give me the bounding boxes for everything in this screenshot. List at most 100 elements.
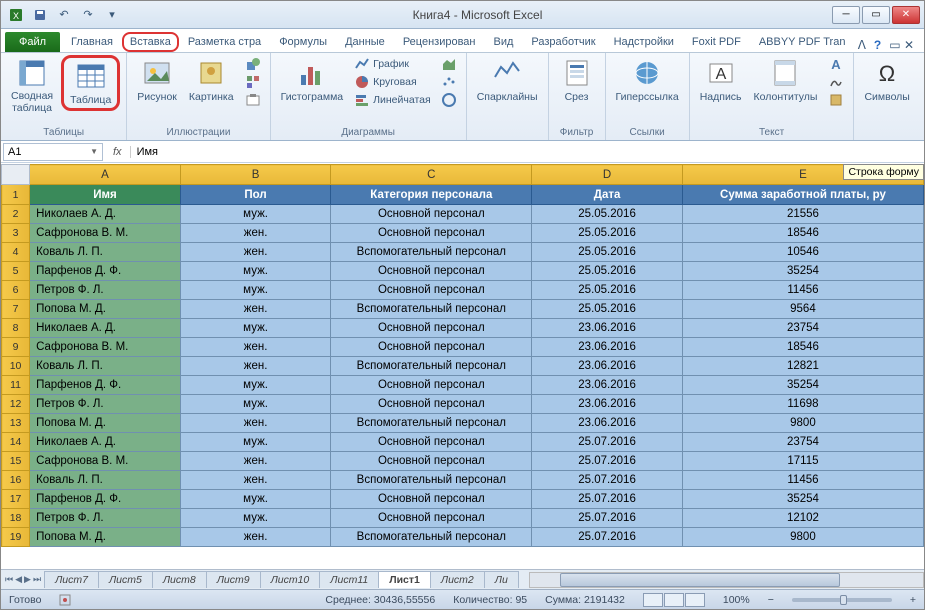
- cell[interactable]: Николаев А. Д.: [30, 319, 181, 338]
- cell[interactable]: Сафронова В. М.: [30, 452, 181, 471]
- cell[interactable]: Попова М. Д.: [30, 300, 181, 319]
- sheet-tab[interactable]: Лист2: [430, 571, 485, 588]
- row-header-15[interactable]: 15: [2, 452, 30, 471]
- cell[interactable]: Парфенов Д. Ф.: [30, 376, 181, 395]
- pie-chart-button[interactable]: Круговая: [351, 73, 434, 91]
- cell[interactable]: Основной персонал: [331, 205, 532, 224]
- cell[interactable]: 11456: [682, 471, 923, 490]
- cell[interactable]: 23.06.2016: [532, 338, 683, 357]
- cell[interactable]: Коваль Л. П.: [30, 357, 181, 376]
- cell[interactable]: Вспомогательный персонал: [331, 243, 532, 262]
- zoom-in-icon[interactable]: +: [910, 594, 916, 606]
- cell[interactable]: жен.: [180, 224, 331, 243]
- cell[interactable]: 35254: [682, 262, 923, 281]
- cell[interactable]: Основной персонал: [331, 490, 532, 509]
- cell[interactable]: муж.: [180, 509, 331, 528]
- pivot-table-button[interactable]: Сводная таблица: [7, 55, 57, 116]
- doc-window-controls[interactable]: ▭ ✕: [889, 38, 914, 52]
- cell[interactable]: 25.07.2016: [532, 433, 683, 452]
- row-header-7[interactable]: 7: [2, 300, 30, 319]
- cell[interactable]: 11698: [682, 395, 923, 414]
- cell[interactable]: 35254: [682, 490, 923, 509]
- cell[interactable]: Основной персонал: [331, 452, 532, 471]
- cell[interactable]: муж.: [180, 433, 331, 452]
- sheet-tab[interactable]: Лист11: [319, 571, 379, 588]
- cell[interactable]: Сафронова В. М.: [30, 338, 181, 357]
- cell[interactable]: жен.: [180, 471, 331, 490]
- table-header-cell[interactable]: Пол: [180, 185, 331, 205]
- view-pagebreak-button[interactable]: [685, 593, 705, 607]
- scrollbar-thumb[interactable]: [560, 573, 840, 587]
- cell[interactable]: 25.05.2016: [532, 262, 683, 281]
- close-button[interactable]: ✕: [892, 6, 920, 24]
- cell[interactable]: 23754: [682, 433, 923, 452]
- tab-addins[interactable]: Надстройки: [605, 31, 683, 52]
- row-header-16[interactable]: 16: [2, 471, 30, 490]
- cell[interactable]: Вспомогательный персонал: [331, 414, 532, 433]
- tab-data[interactable]: Данные: [336, 31, 394, 52]
- area-chart-button[interactable]: [438, 55, 460, 73]
- cell[interactable]: муж.: [180, 319, 331, 338]
- formula-bar[interactable]: Имя: [131, 144, 924, 160]
- cell[interactable]: жен.: [180, 357, 331, 376]
- cell[interactable]: 25.07.2016: [532, 509, 683, 528]
- cell[interactable]: 25.07.2016: [532, 490, 683, 509]
- table-header-cell[interactable]: Сумма заработной платы, ру: [682, 185, 923, 205]
- macro-record-icon[interactable]: [59, 594, 71, 606]
- tab-formulas[interactable]: Формулы: [270, 31, 336, 52]
- cell[interactable]: Основной персонал: [331, 376, 532, 395]
- screenshot-button[interactable]: [242, 91, 264, 109]
- zoom-slider-thumb[interactable]: [840, 595, 847, 605]
- row-header-11[interactable]: 11: [2, 376, 30, 395]
- redo-icon[interactable]: ↷: [77, 4, 99, 26]
- tab-developer[interactable]: Разработчик: [522, 31, 604, 52]
- zoom-out-icon[interactable]: −: [768, 594, 774, 606]
- sheet-prev-icon[interactable]: ◀: [15, 574, 22, 585]
- cell[interactable]: 18546: [682, 224, 923, 243]
- cell[interactable]: 25.07.2016: [532, 471, 683, 490]
- cell[interactable]: Петров Ф. Л.: [30, 281, 181, 300]
- cell[interactable]: Попова М. Д.: [30, 414, 181, 433]
- cell[interactable]: жен.: [180, 300, 331, 319]
- column-header-C[interactable]: C: [331, 165, 532, 185]
- sheet-tab[interactable]: Лист10: [260, 571, 321, 588]
- cell[interactable]: Основной персонал: [331, 319, 532, 338]
- row-header-3[interactable]: 3: [2, 224, 30, 243]
- textbox-button[interactable]: A Надпись: [696, 55, 746, 105]
- other-chart-button[interactable]: [438, 91, 460, 109]
- row-header-18[interactable]: 18: [2, 509, 30, 528]
- name-box[interactable]: A1 ▼: [3, 143, 103, 161]
- cell[interactable]: 23.06.2016: [532, 357, 683, 376]
- sheet-tab[interactable]: Лист7: [44, 571, 99, 588]
- row-header-9[interactable]: 9: [2, 338, 30, 357]
- cell[interactable]: 23.06.2016: [532, 395, 683, 414]
- tab-review[interactable]: Рецензирован: [394, 31, 485, 52]
- row-header-6[interactable]: 6: [2, 281, 30, 300]
- qat-more-icon[interactable]: ▾: [101, 4, 123, 26]
- fx-icon[interactable]: fx: [105, 146, 131, 158]
- cell[interactable]: муж.: [180, 376, 331, 395]
- view-normal-button[interactable]: [643, 593, 663, 607]
- smartart-button[interactable]: [242, 73, 264, 91]
- minimize-ribbon-icon[interactable]: ᐱ: [858, 38, 866, 52]
- cell[interactable]: Николаев А. Д.: [30, 433, 181, 452]
- cell[interactable]: 11456: [682, 281, 923, 300]
- signature-button[interactable]: [825, 73, 847, 91]
- cell[interactable]: Вспомогательный персонал: [331, 300, 532, 319]
- cell[interactable]: жен.: [180, 243, 331, 262]
- cell[interactable]: 21556: [682, 205, 923, 224]
- cell[interactable]: Вспомогательный персонал: [331, 357, 532, 376]
- cell[interactable]: Основной персонал: [331, 433, 532, 452]
- sheet-tab[interactable]: Лист5: [98, 571, 153, 588]
- cell[interactable]: жен.: [180, 414, 331, 433]
- bar-chart-button[interactable]: Линейчатая: [351, 91, 434, 109]
- cell[interactable]: 9800: [682, 414, 923, 433]
- sheet-tab[interactable]: Лист9: [206, 571, 261, 588]
- cell[interactable]: муж.: [180, 262, 331, 281]
- cell[interactable]: Парфенов Д. Ф.: [30, 262, 181, 281]
- worksheet-grid[interactable]: ABCDE1ИмяПолКатегория персоналаДатаСумма…: [1, 164, 924, 569]
- cell[interactable]: 35254: [682, 376, 923, 395]
- horizontal-scrollbar[interactable]: [529, 572, 924, 588]
- tab-foxit[interactable]: Foxit PDF: [683, 31, 750, 52]
- cell[interactable]: 25.05.2016: [532, 243, 683, 262]
